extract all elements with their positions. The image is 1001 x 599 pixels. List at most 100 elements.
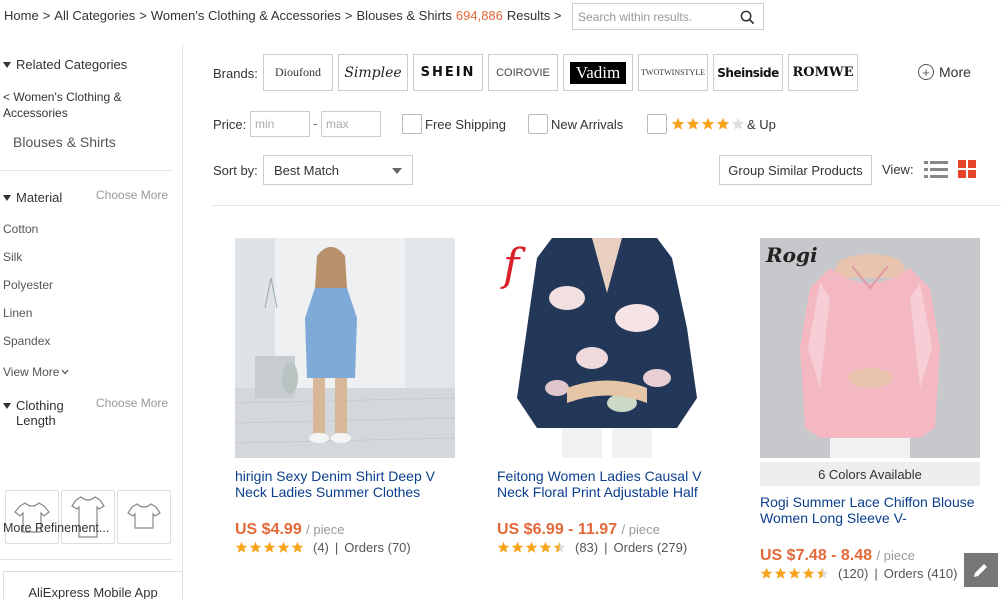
view-more-label: View More [3, 365, 60, 379]
brand-logo: Dioufond [275, 65, 321, 79]
star-icon [525, 541, 538, 553]
orders-count[interactable]: Orders (279) [614, 540, 688, 555]
rating-up-label[interactable]: & Up [747, 117, 776, 132]
breadcrumb-current: Blouses & Shirts [356, 7, 452, 23]
star-icon [816, 567, 829, 579]
material-heading[interactable]: Material [3, 190, 62, 205]
star-icon [249, 541, 262, 553]
group-similar-button[interactable]: Group Similar Products [719, 155, 872, 185]
length-option-short[interactable] [5, 490, 59, 544]
star-icon [760, 567, 773, 579]
brand-logo: TWOTWINSTYLE [641, 68, 705, 77]
breadcrumb-separator: > [139, 7, 147, 23]
product-image[interactable] [235, 238, 455, 458]
clothing-length-heading[interactable]: Clothing Length [3, 398, 82, 428]
price-value: US $6.99 - 11.97 [497, 521, 618, 538]
free-shipping-checkbox[interactable] [402, 114, 422, 134]
new-arrivals-label[interactable]: New Arrivals [551, 117, 623, 132]
brand-logo: SHEIN [420, 65, 476, 80]
mobile-app-banner[interactable]: AliExpress Mobile App [3, 571, 183, 599]
brand-dioufond[interactable]: Dioufond [263, 54, 333, 91]
view-label: View: [882, 162, 914, 177]
product-title-link[interactable]: Rogi Summer Lace Chiffon Blouse Women Lo… [760, 494, 985, 526]
search-within-box [572, 3, 764, 30]
search-icon[interactable] [740, 10, 755, 25]
plus-circle-icon: + [918, 64, 934, 80]
star-icon [539, 541, 552, 553]
free-shipping-label[interactable]: Free Shipping [425, 117, 506, 132]
more-brands-label: More [939, 64, 971, 80]
breadcrumb-womens-clothing[interactable]: Women's Clothing & Accessories [151, 8, 341, 23]
brand-coirovie[interactable]: COIROVIE [488, 54, 558, 91]
material-choose-more[interactable]: Choose More [96, 188, 168, 202]
material-option-spandex[interactable]: Spandex [3, 334, 50, 348]
product-photo-denim-dress [235, 238, 455, 458]
review-count[interactable]: (120) [838, 566, 868, 581]
orders-count[interactable]: Orders (70) [344, 540, 410, 555]
results-label: Results > [506, 7, 562, 23]
star-icon [686, 117, 700, 130]
feedback-edit-button[interactable] [964, 553, 998, 587]
brand-vadim[interactable]: Vadim [563, 54, 633, 91]
price-min-input[interactable] [250, 111, 310, 137]
product-price: US $7.48 - 8.48 / piece [760, 547, 915, 565]
star-icon [716, 117, 730, 130]
review-count[interactable]: (4) [313, 540, 329, 555]
brand-sheinside[interactable]: Sheinside [713, 54, 783, 91]
collapse-triangle-icon [3, 194, 11, 201]
product-image[interactable]: Rogi [760, 238, 980, 458]
related-categories-heading[interactable]: Related Categories [3, 57, 127, 72]
breadcrumb-home[interactable]: Home [4, 8, 39, 23]
more-brands-button[interactable]: + More [918, 64, 971, 80]
product-title-link[interactable]: Feitong Women Ladies Causal V Neck Flora… [497, 468, 722, 500]
price-dash: - [313, 116, 318, 131]
list-view-icon[interactable] [924, 160, 948, 180]
parent-category-link[interactable]: < Women's Clothing & Accessories [3, 89, 143, 121]
result-count: 694,886 [455, 7, 503, 23]
material-option-silk[interactable]: Silk [3, 250, 22, 264]
new-arrivals-checkbox[interactable] [528, 114, 548, 134]
rating-stars [760, 567, 830, 580]
colors-available-label[interactable]: 6 Colors Available [760, 462, 980, 486]
product-image[interactable]: f [497, 238, 717, 458]
price-unit: / piece [621, 522, 660, 537]
brand-shein[interactable]: SHEIN [413, 54, 483, 91]
length-choose-more[interactable]: Choose More [96, 396, 168, 410]
price-value: US $7.48 - 8.48 [760, 547, 873, 564]
orders-count[interactable]: Orders (410) [884, 566, 958, 581]
product-price: US $4.99 / piece [235, 521, 344, 539]
rating-filter-stars[interactable] [671, 117, 746, 131]
brand-logo: Sheinside [717, 65, 779, 80]
star-icon [731, 117, 745, 130]
star-icon [511, 541, 524, 553]
sort-select[interactable]: Best Match [263, 155, 413, 185]
material-option-linen[interactable]: Linen [3, 306, 32, 320]
material-option-cotton[interactable]: Cotton [3, 222, 38, 236]
length-option-long[interactable] [61, 490, 115, 544]
brand-logo: Simplee [344, 64, 402, 81]
star-icon [671, 117, 685, 130]
rating-filter-checkbox[interactable] [647, 114, 667, 134]
price-max-input[interactable] [321, 111, 381, 137]
brand-twotwinstyle[interactable]: TWOTWINSTYLE [638, 54, 708, 91]
brand-logo: Vadim [569, 61, 627, 84]
star-icon [788, 567, 801, 579]
price-unit: / piece [306, 522, 345, 537]
sort-selected-value: Best Match [274, 162, 340, 178]
rating-separator: | [334, 540, 339, 555]
more-refinement-link[interactable]: More Refinement... [3, 521, 109, 535]
search-within-input[interactable] [573, 4, 733, 29]
review-count[interactable]: (83) [575, 540, 598, 555]
product-title-link[interactable]: hirigin Sexy Denim Shirt Deep V Neck Lad… [235, 468, 460, 500]
product-photo-pink-lace-blouse: Rogi [760, 238, 980, 458]
length-option-regular[interactable] [117, 490, 171, 544]
grid-view-icon[interactable] [958, 160, 977, 179]
brand-simplee[interactable]: Simplee [338, 54, 408, 91]
brand-romwe[interactable]: ROMWE [788, 54, 858, 91]
breadcrumb-all-categories[interactable]: All Categories [54, 8, 135, 23]
material-option-polyester[interactable]: Polyester [3, 278, 53, 292]
star-icon [277, 541, 290, 553]
view-more-link[interactable]: View More [3, 365, 69, 379]
collapse-triangle-icon [3, 403, 11, 409]
price-label: Price: [213, 117, 247, 132]
